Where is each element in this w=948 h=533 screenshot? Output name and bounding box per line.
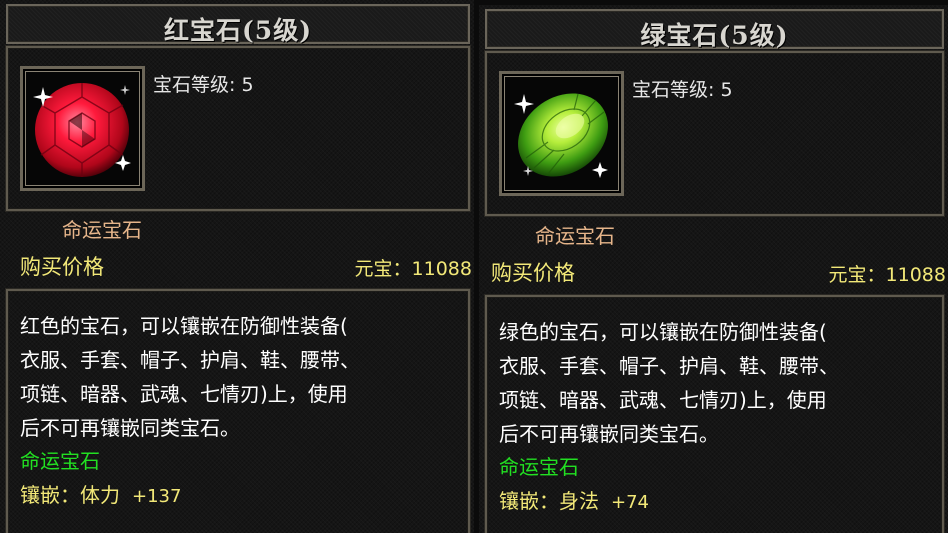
- green-gem-icon: [514, 93, 608, 178]
- inlay-bonus: 镶嵌：身法 +74: [499, 485, 649, 514]
- gem-slot[interactable]: [20, 66, 145, 191]
- inlay-bonus: 镶嵌：体力 +137: [20, 479, 181, 508]
- desc-line: 衣服、手套、帽子、护肩、鞋、腰带、: [20, 348, 360, 372]
- gem-level: 宝石等级: 5: [153, 70, 254, 97]
- desc-line: 后不可再镶嵌同类宝石。: [499, 422, 719, 446]
- item-header-panel: 宝石等级: 5: [6, 46, 470, 211]
- price-yuanbao: 元宝：11088: [829, 260, 946, 287]
- item-header-panel: 宝石等级: 5: [485, 51, 944, 216]
- inlay-value: +137: [132, 486, 182, 507]
- price-yuanbao: 元宝：11088: [355, 254, 472, 281]
- gem-level-value: 5: [720, 79, 733, 101]
- gem-level-label: 宝石等级: [632, 79, 709, 101]
- buy-price-label: 购买价格: [491, 261, 575, 285]
- buy-price-label: 购买价格: [20, 255, 104, 279]
- desc-gem-type: 命运宝石: [499, 455, 579, 479]
- tooltip-title-bar: 红宝石(5级): [6, 4, 470, 45]
- gem-level-colon: :: [229, 74, 242, 96]
- red-gem-icon: [33, 83, 131, 177]
- desc-line: 后不可再镶嵌同类宝石。: [20, 416, 240, 440]
- price-currency-label: 元宝：: [354, 258, 412, 280]
- gem-type-label: 命运宝石: [62, 218, 142, 242]
- item-description-panel: 红色的宝石，可以镶嵌在防御性装备( 衣服、手套、帽子、护肩、鞋、腰带、 项链、暗…: [6, 289, 470, 533]
- gem-level-colon: :: [708, 79, 721, 101]
- desc-line: 衣服、手套、帽子、护肩、鞋、腰带、: [499, 354, 839, 378]
- inlay-stat: 身法: [559, 489, 599, 513]
- tooltip-title-bar: 绿宝石(5级): [485, 9, 944, 50]
- inlay-stat: 体力: [80, 483, 120, 507]
- inlay-label: 镶嵌：: [499, 489, 559, 513]
- gem-level: 宝石等级: 5: [632, 75, 733, 102]
- gem-level-value: 5: [241, 74, 254, 96]
- item-title: 红宝石(5级): [163, 16, 313, 45]
- price-value: 11088: [885, 264, 946, 286]
- gem-level-label: 宝石等级: [153, 74, 230, 96]
- inlay-label: 镶嵌：: [20, 483, 80, 507]
- item-description-panel: 绿色的宝石，可以镶嵌在防御性装备( 衣服、手套、帽子、护肩、鞋、腰带、 项链、暗…: [485, 295, 944, 533]
- gem-slot[interactable]: [499, 71, 624, 196]
- item-tooltip-green-gem: 绿宝石(5级) 宝石等级: 5 命运宝石 购买价格 元宝：11088 绿色的宝石…: [479, 5, 948, 533]
- desc-line: 红色的宝石，可以镶嵌在防御性装备(: [20, 314, 348, 338]
- desc-line: 绿色的宝石，可以镶嵌在防御性装备(: [499, 320, 827, 344]
- desc-gem-type: 命运宝石: [20, 449, 100, 473]
- price-currency-label: 元宝：: [828, 264, 886, 286]
- item-description: 红色的宝石，可以镶嵌在防御性装备( 衣服、手套、帽子、护肩、鞋、腰带、 项链、暗…: [20, 309, 450, 445]
- price-value: 11088: [411, 258, 472, 280]
- item-title: 绿宝石(5级): [640, 21, 789, 50]
- item-tooltip-red-gem: 红宝石(5级) 宝石等级: 5 命运宝石 购买价格 元宝：11088 红色的宝石…: [0, 0, 474, 533]
- item-description: 绿色的宝石，可以镶嵌在防御性装备( 衣服、手套、帽子、护肩、鞋、腰带、 项链、暗…: [499, 315, 929, 451]
- inlay-value: +74: [611, 492, 649, 513]
- gem-type-label: 命运宝石: [535, 224, 615, 248]
- desc-line: 项链、暗器、武魂、七情刃)上，使用: [499, 388, 827, 412]
- desc-line: 项链、暗器、武魂、七情刃)上，使用: [20, 382, 348, 406]
